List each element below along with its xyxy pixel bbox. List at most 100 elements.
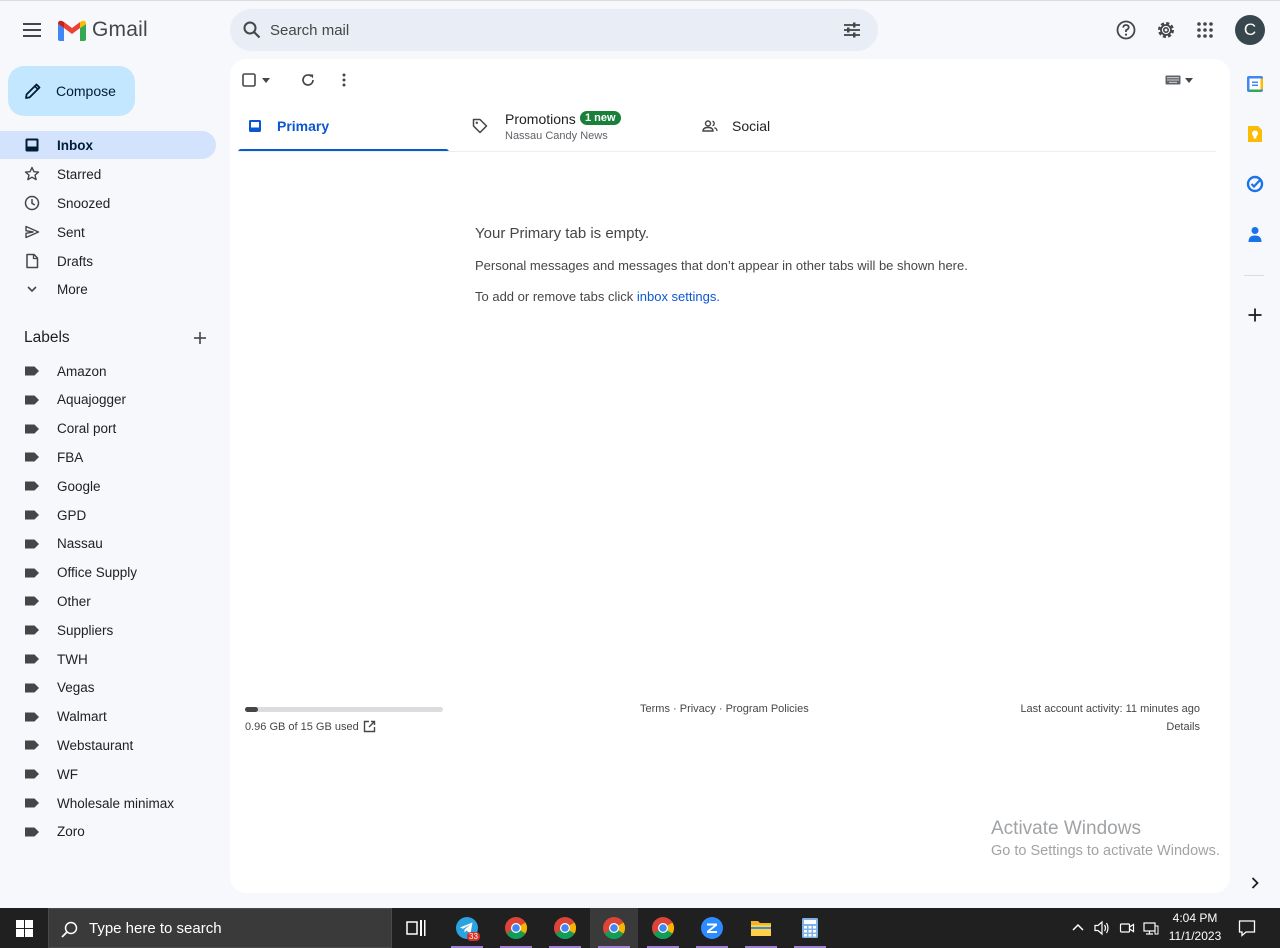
- activation-watermark-subtitle: Go to Settings to activate Windows.: [991, 843, 1220, 859]
- volume-icon[interactable]: [1094, 920, 1110, 936]
- sidebar-label-item[interactable]: Other: [0, 587, 216, 615]
- chrome-profile-4-button[interactable]: [639, 908, 687, 948]
- tab-social[interactable]: Social: [692, 104, 912, 152]
- network-icon[interactable]: [1143, 920, 1159, 936]
- keep-icon: [1248, 126, 1262, 142]
- taskbar-clock-date[interactable]: 11/1/2023: [1162, 929, 1228, 943]
- terms-link[interactable]: Terms: [640, 703, 670, 715]
- sidebar-item-more[interactable]: More: [0, 275, 216, 303]
- label-name: Zoro: [57, 824, 85, 840]
- task-view-button[interactable]: [392, 908, 440, 948]
- search-icon[interactable]: [243, 21, 261, 39]
- help-icon: [1116, 20, 1136, 40]
- taskbar-search-box[interactable]: Type here to search: [48, 908, 392, 948]
- tab-promotions[interactable]: Promotions Nassau Candy News: [462, 104, 682, 152]
- sidebar-label-item[interactable]: Amazon: [0, 357, 216, 385]
- chevron-up-icon[interactable]: [1072, 923, 1084, 931]
- sidebar-item-sent[interactable]: Sent: [0, 218, 216, 246]
- draft-icon: [26, 253, 39, 269]
- sidebar-label-item[interactable]: Webstaurant: [0, 731, 216, 759]
- label-icon: [25, 568, 39, 578]
- show-side-panel-button[interactable]: [1240, 868, 1270, 898]
- input-tools-button[interactable]: [1165, 71, 1197, 89]
- open-in-new-icon[interactable]: [363, 720, 376, 733]
- refresh-icon: [302, 74, 314, 86]
- gmail-logo[interactable]: Gmail: [58, 18, 148, 42]
- get-addons-button[interactable]: [1240, 300, 1270, 330]
- footer-links: Terms · Privacy · Program Policies: [640, 703, 809, 715]
- zoom-taskbar-button[interactable]: [688, 908, 736, 948]
- search-input[interactable]: [270, 9, 830, 51]
- sidebar-label-item[interactable]: Vegas: [0, 674, 216, 702]
- inbox-settings-link[interactable]: inbox settings.: [637, 289, 720, 304]
- keep-app-button[interactable]: [1240, 119, 1270, 149]
- sidebar-item-drafts[interactable]: Drafts: [0, 247, 216, 275]
- sidebar-item-label: Snoozed: [57, 195, 111, 211]
- contacts-app-button[interactable]: [1240, 219, 1270, 249]
- sidebar-label-item[interactable]: Coral port: [0, 415, 216, 443]
- main-panel: Primary Promotions Nassau Candy News 1 n…: [230, 59, 1230, 893]
- activation-watermark-title: Activate Windows: [991, 818, 1141, 839]
- chrome-profile-1-button[interactable]: [492, 908, 540, 948]
- telegram-taskbar-button[interactable]: 33: [443, 908, 491, 948]
- tasks-app-button[interactable]: [1240, 169, 1270, 199]
- calendar-app-button[interactable]: [1240, 69, 1270, 99]
- sidebar-item-label: Sent: [57, 224, 85, 240]
- taskbar-clock-time[interactable]: 4:04 PM: [1162, 911, 1228, 925]
- chrome-profile-2-button[interactable]: [541, 908, 589, 948]
- search-options-icon[interactable]: [843, 21, 861, 39]
- more-options-button[interactable]: [324, 60, 364, 100]
- new-count-badge: 1 new: [580, 111, 621, 125]
- sidebar-item-label: Inbox: [57, 137, 93, 153]
- tab-subtitle: Nassau Candy News: [505, 130, 608, 142]
- sidebar-label-item[interactable]: Zoro: [0, 818, 216, 846]
- sidebar-label-item[interactable]: Google: [0, 472, 216, 500]
- chrome-profile-3-button[interactable]: [590, 908, 638, 948]
- google-apps-button[interactable]: [1185, 10, 1225, 50]
- sidebar-label-item[interactable]: TWH: [0, 645, 216, 673]
- search-bar[interactable]: [230, 9, 878, 51]
- inbox-icon: [249, 120, 261, 132]
- notifications-icon[interactable]: [1238, 919, 1256, 937]
- chevron-right-icon: [1251, 877, 1259, 889]
- windows-taskbar: Type here to search 33: [0, 908, 1280, 948]
- main-menu-button[interactable]: [12, 10, 52, 50]
- compose-button[interactable]: Compose: [8, 66, 135, 116]
- select-checkbox[interactable]: [242, 67, 282, 93]
- keyboard-icon: [1165, 75, 1181, 85]
- sidebar-label-item[interactable]: FBA: [0, 443, 216, 471]
- start-button[interactable]: [0, 908, 48, 948]
- tab-primary[interactable]: Primary: [238, 104, 449, 152]
- activity-details-link[interactable]: Details: [1166, 721, 1200, 733]
- last-activity-text: Last account activity: 11 minutes ago: [1020, 703, 1200, 715]
- sidebar-label-item[interactable]: Office Supply: [0, 559, 216, 587]
- sidebar-item-snoozed[interactable]: Snoozed: [0, 189, 216, 217]
- create-label-button[interactable]: [180, 318, 220, 358]
- meet-now-icon[interactable]: [1119, 920, 1135, 936]
- star-icon: [24, 166, 40, 181]
- sidebar-label-item[interactable]: Nassau: [0, 530, 216, 558]
- label-icon: [25, 798, 39, 808]
- calculator-button[interactable]: [786, 908, 834, 948]
- settings-button[interactable]: [1146, 10, 1186, 50]
- calendar-icon: [1247, 76, 1263, 92]
- chevron-down-icon: [27, 286, 37, 293]
- sidebar-label-item[interactable]: Aquajogger: [0, 386, 216, 414]
- sidebar-label-item[interactable]: GPD: [0, 501, 216, 529]
- sidebar-label-item[interactable]: Walmart: [0, 703, 216, 731]
- sidebar-label-item[interactable]: WF: [0, 760, 216, 788]
- tab-divider: [238, 151, 1216, 152]
- refresh-button[interactable]: [288, 60, 328, 100]
- sidebar-label-item[interactable]: Wholesale minimax: [0, 789, 216, 817]
- task-view-icon: [406, 920, 426, 936]
- privacy-link[interactable]: Privacy: [680, 703, 716, 715]
- account-avatar[interactable]: C: [1235, 15, 1265, 45]
- windows-logo-icon: [15, 919, 33, 937]
- support-button[interactable]: [1106, 10, 1146, 50]
- sidebar-label-item[interactable]: Suppliers: [0, 616, 216, 644]
- sidebar-item-inbox[interactable]: Inbox: [0, 131, 216, 159]
- program-policies-link[interactable]: Program Policies: [726, 703, 809, 715]
- file-explorer-button[interactable]: [737, 908, 785, 948]
- labels-heading: Labels: [24, 329, 70, 346]
- sidebar-item-starred[interactable]: Starred: [0, 160, 216, 188]
